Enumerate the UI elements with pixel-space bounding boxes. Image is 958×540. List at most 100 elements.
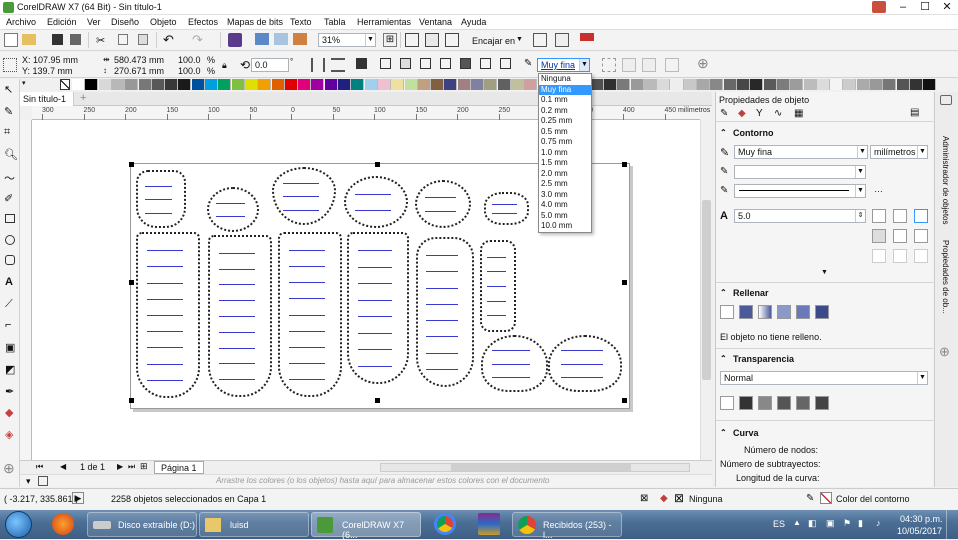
palette-swatch[interactable] [125, 79, 139, 90]
palette-swatch[interactable] [191, 79, 205, 90]
shape-tool-icon[interactable]: ✎ [4, 105, 13, 118]
play-icon[interactable]: ▶ [72, 492, 84, 504]
no-color-swatch[interactable] [38, 476, 48, 486]
show-hidden-icons[interactable]: ▲ [793, 518, 801, 527]
palette-swatch[interactable] [803, 79, 817, 90]
palette-swatch[interactable] [364, 79, 378, 90]
palette-swatch[interactable] [497, 79, 511, 90]
curve-tab-icon[interactable]: ∿ [774, 108, 782, 119]
menu-edicion[interactable]: Edición [47, 17, 77, 27]
palette-swatch[interactable] [351, 79, 365, 90]
align-distribute-icon[interactable] [665, 58, 679, 72]
tray-device-icon[interactable]: ▣ [826, 518, 835, 529]
bitmap-transparency-icon[interactable] [796, 396, 810, 410]
outline-option[interactable]: Ninguna [539, 74, 591, 85]
menu-objeto[interactable]: Objeto [150, 17, 177, 27]
welcome-screen-icon[interactable] [580, 33, 594, 41]
palette-swatch[interactable] [710, 79, 724, 90]
smart-fill-tool-icon[interactable]: ◈ [5, 428, 13, 441]
add-icon[interactable]: ⊕ [697, 55, 709, 72]
ungroup-icon[interactable] [380, 58, 391, 69]
outline-option[interactable]: 0.5 mm [539, 127, 591, 138]
palette-swatch[interactable] [85, 79, 99, 90]
network-icon[interactable]: ▮ [858, 518, 863, 529]
uniform-transparency-icon[interactable] [739, 396, 753, 410]
object-width[interactable]: 580.473 mm [114, 55, 164, 65]
line-cap-round-icon[interactable] [893, 229, 907, 243]
tray-app-icon[interactable]: ◧ [808, 518, 817, 529]
palette-swatch[interactable] [923, 79, 937, 90]
palette-swatch[interactable] [790, 79, 804, 90]
palette-swatch[interactable] [138, 79, 152, 90]
palette-swatch[interactable] [165, 79, 179, 90]
palette-swatch[interactable] [244, 79, 258, 90]
palette-swatch[interactable] [643, 79, 657, 90]
smart-drawing-tool-icon[interactable]: ✐ [4, 192, 13, 205]
trim-icon[interactable] [460, 58, 471, 69]
undo-icon[interactable]: ↶ [163, 32, 177, 47]
interactive-fill-tool-icon[interactable]: ◆ [5, 406, 13, 419]
palette-swatch[interactable] [776, 79, 790, 90]
position-outside-icon[interactable] [872, 249, 886, 263]
menu-herramientas[interactable]: Herramientas [357, 17, 411, 27]
object-properties-tab[interactable]: Propiedades de ob... [941, 240, 950, 314]
add-docker-icon[interactable]: ⊕ [939, 344, 950, 360]
traced-shape[interactable] [278, 232, 342, 397]
freehand-tool-icon[interactable]: 〜 [4, 170, 15, 186]
corel-connect-icon[interactable] [228, 33, 242, 47]
show-guidelines-icon[interactable] [445, 33, 459, 47]
intersect-icon[interactable] [480, 58, 491, 69]
chrome-icon[interactable] [434, 513, 456, 535]
palette-swatch[interactable] [723, 79, 737, 90]
clock-time[interactable]: 04:30 p.m. [900, 514, 943, 524]
outline-option[interactable]: 1.5 mm [539, 158, 591, 169]
position-center-icon[interactable] [893, 249, 907, 263]
outline-width-select[interactable]: Muy fina ▼ [734, 145, 868, 159]
page-tab[interactable]: Página 1 [154, 461, 204, 474]
ungroup-all-icon[interactable] [400, 58, 411, 69]
palette-swatch[interactable] [324, 79, 338, 90]
copy-icon[interactable] [118, 34, 128, 45]
no-fill-icon[interactable] [720, 305, 734, 319]
selection-handle[interactable] [622, 162, 627, 167]
palette-swatch[interactable] [417, 79, 431, 90]
palette-swatch[interactable] [457, 79, 471, 90]
palette-swatch[interactable] [391, 79, 405, 90]
palette-swatch[interactable] [870, 79, 883, 90]
object-origin-icon[interactable] [3, 58, 17, 72]
corner-round-icon[interactable] [893, 209, 907, 223]
traced-shape[interactable] [415, 180, 471, 228]
more-options-icon[interactable]: … [874, 184, 883, 194]
rotation-angle-field[interactable]: 0.0 [251, 58, 289, 72]
minimize-button[interactable]: – [892, 0, 914, 15]
outline-option[interactable]: 1.0 mm [539, 148, 591, 159]
palette-swatch[interactable] [377, 79, 391, 90]
traced-shape[interactable] [136, 170, 186, 228]
snap-to-dropdown[interactable]: Encajar en [472, 36, 515, 46]
palette-swatch[interactable] [683, 79, 697, 90]
palette-swatch[interactable] [98, 79, 112, 90]
outline-width-dropdown[interactable]: Muy fina ▼ [537, 58, 590, 72]
palette-swatch[interactable] [590, 79, 604, 90]
fountain-transparency-icon[interactable] [758, 396, 772, 410]
uniform-fill-icon[interactable] [739, 305, 753, 319]
outline-option[interactable]: 2.0 mm [539, 169, 591, 180]
traced-shape[interactable] [344, 176, 408, 228]
new-tab-icon[interactable]: + [80, 92, 86, 104]
scale-width[interactable]: 100.0 [178, 55, 201, 65]
palette-swatch[interactable] [311, 79, 325, 90]
outline-option[interactable]: Muy fina [539, 84, 591, 95]
application-launcher-icon[interactable] [555, 33, 569, 47]
text-tool-icon[interactable]: A [5, 276, 13, 288]
palette-swatch[interactable] [750, 79, 764, 90]
no-color-swatch[interactable] [60, 79, 70, 90]
outline-option[interactable]: 0.75 mm [539, 137, 591, 148]
expand-outline-icon[interactable]: ▼ [821, 269, 828, 276]
full-screen-icon[interactable]: ⊞ [383, 33, 397, 47]
clock-date[interactable]: 10/05/2017 [897, 526, 942, 536]
texture-transparency-icon[interactable] [815, 396, 829, 410]
outline-color-select[interactable]: ▼ [734, 165, 866, 179]
palette-swatch[interactable] [218, 79, 232, 90]
outline-option[interactable]: 0.2 mm [539, 106, 591, 117]
palette-swatch[interactable] [657, 79, 671, 90]
